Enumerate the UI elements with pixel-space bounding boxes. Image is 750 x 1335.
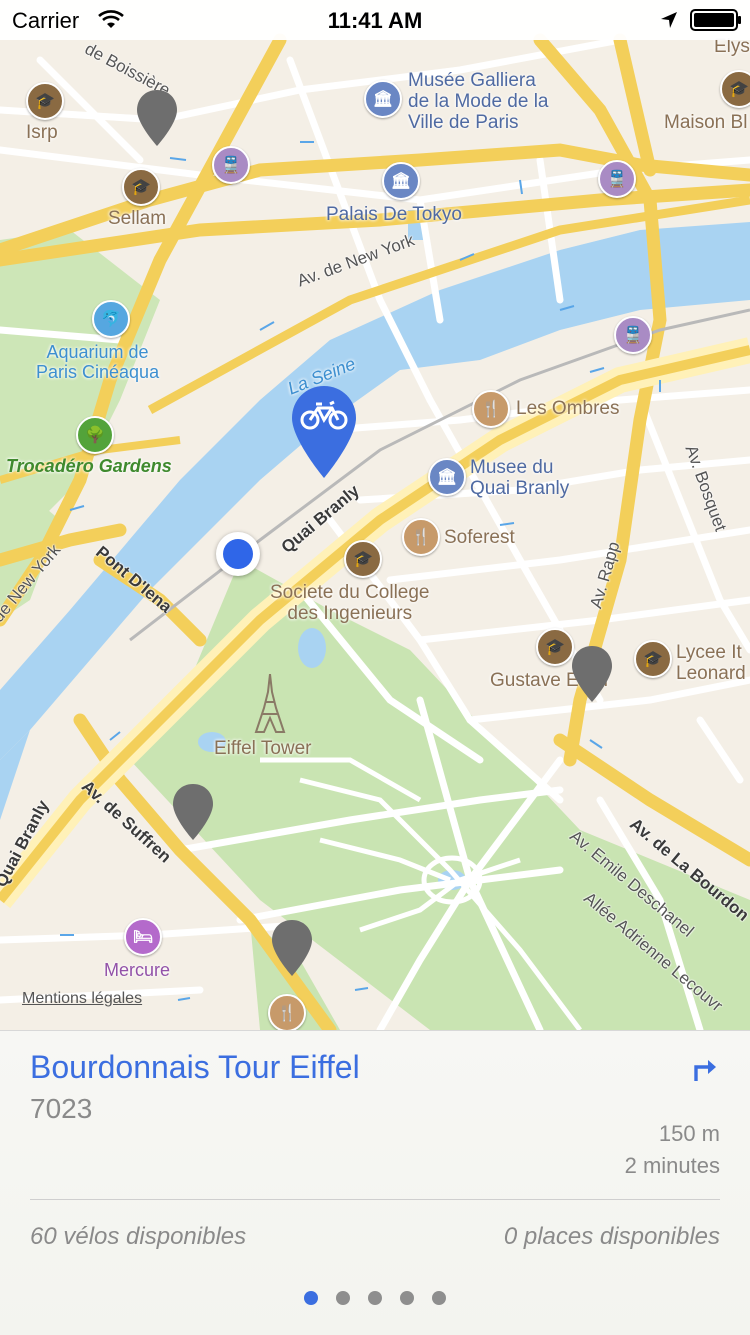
legal-link[interactable]: Mentions légales	[22, 990, 142, 1008]
poi-label-trocadero: Trocadéro Gardens	[6, 456, 172, 476]
station-name: Bourdonnais Tour Eiffel	[30, 1049, 360, 1085]
map-view[interactable]: 🎓 Isrp 🎓 Sellam 🏛 Musée Galliera de la M…	[0, 0, 750, 1030]
station-detail-panel[interactable]: Bourdonnais Tour Eiffel 7023 150 m 2 min…	[0, 1030, 750, 1335]
station-distance: 150 m	[658, 1121, 720, 1146]
poi-label-aquarium: Aquarium de Paris Cinéaqua	[36, 342, 160, 382]
map-pin-icon[interactable]	[135, 88, 179, 148]
graduation-cap-icon[interactable]: 🎓	[344, 540, 382, 578]
poi-label-societe: Societe du College des Ingenieurs	[270, 582, 430, 624]
eiffel-tower-icon	[254, 674, 286, 733]
tree-icon[interactable]: 🌳	[76, 416, 114, 454]
poi-label-lycee: Lycee It Leonard	[676, 642, 746, 684]
poi-label-palais-de-tokyo: Palais De Tokyo	[326, 204, 462, 225]
graduation-cap-icon[interactable]: 🎓	[26, 82, 64, 120]
poi-label-soferest: Soferest	[444, 527, 515, 548]
user-location-dot	[216, 532, 260, 576]
poi-label-mercure: Mercure	[104, 960, 171, 980]
graduation-cap-icon[interactable]: 🎓	[122, 168, 160, 206]
selected-station-pin[interactable]	[290, 384, 358, 480]
train-icon[interactable]: 🚆	[598, 160, 636, 198]
poi-label-galliera: Musée Galliera de la Mode de la Ville de…	[408, 70, 549, 133]
divider	[30, 1199, 720, 1200]
time-label: 11:41 AM	[327, 8, 423, 33]
museum-icon[interactable]: 🏛	[364, 80, 402, 118]
page-dot[interactable]	[400, 1291, 414, 1305]
fork-knife-icon[interactable]: 🍴	[402, 518, 440, 556]
station-duration: 2 minutes	[624, 1153, 720, 1178]
map-pin-icon[interactable]	[171, 782, 215, 842]
location-arrow-icon	[661, 12, 677, 28]
poi-label-isrp: Isrp	[26, 122, 58, 143]
page-dot[interactable]	[432, 1291, 446, 1305]
page-dot[interactable]	[336, 1291, 350, 1305]
fork-knife-icon[interactable]: 🍴	[472, 390, 510, 428]
poi-label-quai-branly-museum: Musee du Quai Branly	[470, 457, 570, 499]
poi-label-maison: Maison Bl	[664, 112, 748, 133]
graduation-cap-icon[interactable]: 🎓	[634, 640, 672, 678]
museum-icon[interactable]: 🏛	[428, 458, 466, 496]
page-dot[interactable]	[304, 1291, 318, 1305]
poi-label-eiffel: Eiffel Tower	[214, 738, 312, 759]
map-pin-icon[interactable]	[270, 918, 314, 978]
battery-icon	[690, 9, 741, 31]
dolphin-icon[interactable]: 🐬	[92, 300, 130, 338]
turn-right-arrow-icon[interactable]	[692, 1055, 720, 1083]
bikes-available: 60 vélos disponibles	[30, 1223, 247, 1250]
map-pin-icon[interactable]	[570, 644, 614, 704]
bed-icon[interactable]: 🛏	[124, 918, 162, 956]
poi-label-les-ombres: Les Ombres	[516, 398, 620, 419]
status-bar: Carrier 11:41 AM	[0, 0, 750, 40]
poi-label-sellam: Sellam	[108, 208, 167, 229]
station-number: 7023	[30, 1093, 93, 1124]
graduation-cap-icon[interactable]: 🎓	[720, 70, 750, 108]
graduation-cap-icon[interactable]: 🎓	[536, 628, 574, 666]
fork-knife-icon[interactable]: 🍴	[268, 994, 306, 1030]
museum-icon[interactable]: 🏛	[382, 162, 420, 200]
train-icon[interactable]: 🚆	[614, 316, 652, 354]
places-available: 0 places disponibles	[503, 1223, 720, 1250]
train-icon[interactable]: 🚆	[212, 146, 250, 184]
page-dot[interactable]	[368, 1291, 382, 1305]
